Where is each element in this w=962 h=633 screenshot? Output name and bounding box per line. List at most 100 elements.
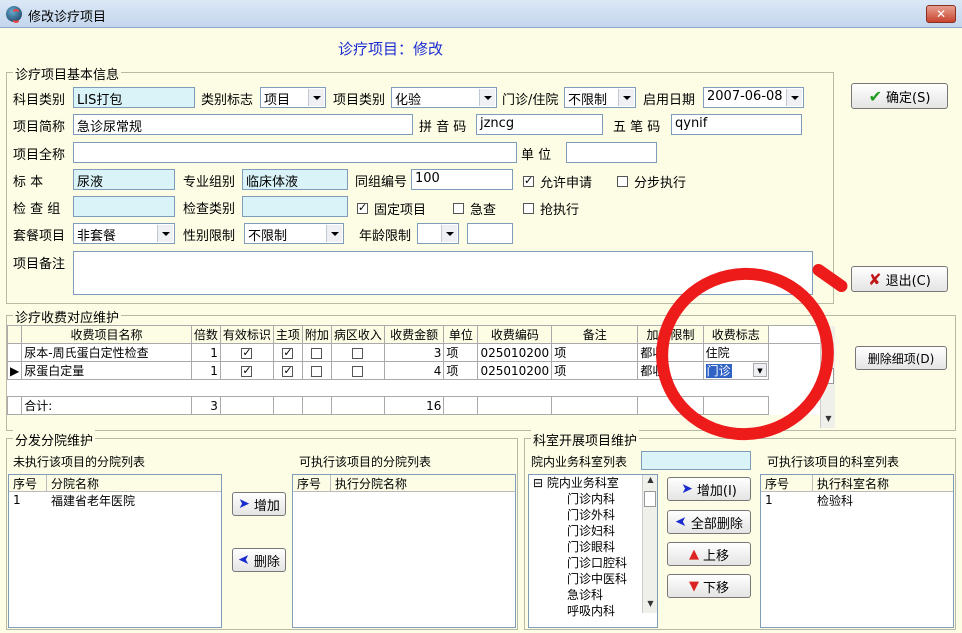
- ward-cell[interactable]: [330, 343, 385, 362]
- tree-item[interactable]: 门诊内科: [533, 491, 657, 507]
- short-name-field[interactable]: 急诊尿常规: [73, 114, 413, 135]
- start-date-picker[interactable]: 2007-06-08: [703, 87, 804, 108]
- tree-item[interactable]: 门诊外科: [533, 507, 657, 523]
- delete-branch-button[interactable]: ➤ 删除: [232, 548, 286, 572]
- fixed-item-checkbox[interactable]: 固定项目: [357, 199, 426, 218]
- checkbox-checked-icon: [241, 346, 253, 359]
- col-header: 单位: [443, 325, 479, 344]
- scroll-thumb[interactable]: [822, 368, 834, 384]
- table-row[interactable]: ▶ 尿蛋白定量 1 4 项 025010200 项 都收 门诊 ▼: [6, 361, 821, 380]
- urgent-label: 急查: [470, 203, 497, 218]
- category-flag-label: 类别标志: [201, 93, 254, 108]
- ward-cell[interactable]: [330, 361, 385, 380]
- valid-cell[interactable]: [219, 361, 274, 380]
- total-label: 合计:: [21, 396, 192, 415]
- clinic-inpatient-select[interactable]: 不限制: [564, 87, 636, 108]
- tree-item[interactable]: 门诊妇科: [533, 523, 657, 539]
- tree-root[interactable]: ⊟ 院内业务科室: [533, 475, 657, 491]
- branch-legend: 分发分院维护: [13, 430, 96, 449]
- remarks-field[interactable]: [73, 251, 813, 295]
- dialog-body: 诊疗项目：修改 诊疗项目基本信息 科目类别 LIS打包 类别标志 项目 项目类别…: [0, 28, 962, 633]
- full-name-field[interactable]: [73, 142, 517, 163]
- package-select[interactable]: 非套餐: [73, 223, 175, 244]
- age-limit-select[interactable]: [417, 223, 459, 244]
- exit-button[interactable]: ✘ 退出(C): [851, 266, 948, 292]
- unit-field[interactable]: [566, 142, 657, 163]
- add-branch-button[interactable]: ➤ 增加: [232, 492, 286, 516]
- tree-item[interactable]: 门诊眼科: [533, 539, 657, 555]
- check-type-label: 检查类别: [183, 202, 236, 217]
- check-group-field[interactable]: [73, 196, 175, 217]
- dept-tree[interactable]: ⊟ 院内业务科室 门诊内科 门诊外科 门诊妇科 门诊眼科 门诊口腔科 门诊中医科…: [528, 474, 658, 628]
- flag-cell[interactable]: 住院: [702, 343, 769, 362]
- list-item[interactable]: 1 检验科: [761, 492, 953, 508]
- tree-root-label: 院内业务科室: [546, 476, 619, 490]
- pinyin-label: 拼 音 码: [419, 120, 467, 135]
- unassigned-branch-list[interactable]: 序号 分院名称 1 福建省老年医院: [8, 474, 222, 628]
- scroll-down-icon[interactable]: ▼: [643, 599, 657, 613]
- group-number-field[interactable]: 100: [411, 169, 513, 190]
- rush-exec-checkbox[interactable]: 抢执行: [523, 199, 579, 218]
- chevron-down-icon: [157, 225, 173, 242]
- async-exec-checkbox[interactable]: 分步执行: [617, 172, 686, 191]
- remarks-label: 项目备注: [13, 257, 66, 272]
- scroll-up-icon[interactable]: ▲: [821, 326, 836, 340]
- wubi-field[interactable]: qynif: [671, 114, 802, 135]
- valid-cell[interactable]: [219, 343, 274, 362]
- scroll-down-icon[interactable]: ▼: [821, 414, 836, 428]
- assigned-dept-list[interactable]: 序号 执行科室名称 1 检验科: [760, 474, 954, 628]
- scroll-thumb[interactable]: [644, 491, 656, 507]
- age-value-field[interactable]: [467, 223, 513, 244]
- table-row[interactable]: 尿本-周氏蛋白定性检查 1 3 项 025010200 项 都收 住院: [6, 343, 821, 362]
- checkbox-unchecked-icon: [523, 203, 534, 214]
- full-name-label: 项目全称: [13, 148, 66, 163]
- chevron-down-icon: [479, 89, 495, 106]
- move-up-button[interactable]: ▲ 上移: [667, 542, 751, 566]
- list-header: 序号 执行科室名称: [761, 475, 953, 492]
- remark-cell: 项: [551, 343, 639, 362]
- list-header: 序号 分院名称: [9, 475, 221, 492]
- tree-item[interactable]: 门诊口腔科: [533, 555, 657, 571]
- close-button[interactable]: ✕: [926, 5, 956, 23]
- chevron-down-icon: [441, 225, 457, 242]
- move-down-button[interactable]: ▼ 下移: [667, 574, 751, 598]
- list-item[interactable]: 1 福建省老年医院: [9, 492, 221, 508]
- category-flag-select[interactable]: 项目: [260, 87, 326, 108]
- allow-apply-checkbox[interactable]: 允许申请: [523, 172, 592, 191]
- main-cell[interactable]: [272, 343, 303, 362]
- main-cell[interactable]: [272, 361, 303, 380]
- checkbox-checked-icon: [282, 364, 294, 377]
- branch-name: 福建省老年医院: [51, 493, 136, 508]
- fee-table-scrollbar[interactable]: ▲ ▼: [820, 326, 835, 428]
- tree-item[interactable]: 门诊中医科: [533, 571, 657, 587]
- confirm-button[interactable]: ✔ 确定(S): [851, 83, 948, 109]
- assigned-branch-list[interactable]: 序号 执行分院名称: [292, 474, 516, 628]
- dept-tree-body: ⊟ 院内业务科室 门诊内科 门诊外科 门诊妇科 门诊眼科 门诊口腔科 门诊中医科…: [529, 475, 657, 619]
- extra-cell[interactable]: [301, 343, 332, 362]
- check-type-field[interactable]: [242, 196, 348, 217]
- flag-cell-editor[interactable]: 门诊 ▼: [702, 361, 769, 380]
- scroll-up-icon[interactable]: ▲: [643, 475, 657, 489]
- pinyin-field[interactable]: jzncg: [476, 114, 603, 135]
- fee-name-cell: 尿本-周氏蛋白定性检查: [21, 343, 192, 362]
- delete-detail-button[interactable]: 删除细项(D): [855, 346, 947, 370]
- age-limit-label: 年龄限制: [359, 229, 412, 244]
- chevron-down-icon[interactable]: ▼: [752, 363, 767, 377]
- item-type-select[interactable]: 化验: [391, 87, 497, 108]
- delete-all-dept-button[interactable]: ➤ 全部删除: [667, 510, 751, 534]
- category-field[interactable]: LIS打包: [73, 87, 195, 108]
- tree-item[interactable]: 呼吸内科: [533, 603, 657, 619]
- specialty-group-field[interactable]: 临床体液: [242, 169, 348, 190]
- extra-cell[interactable]: [301, 361, 332, 380]
- gender-limit-select[interactable]: 不限制: [244, 223, 344, 244]
- unit-cell: 项: [443, 361, 479, 380]
- urgent-checkbox[interactable]: 急查: [453, 199, 496, 218]
- specimen-field[interactable]: 尿液: [73, 169, 175, 190]
- dept-tree-scrollbar[interactable]: ▲ ▼: [642, 475, 657, 613]
- dept-search-field[interactable]: [641, 451, 751, 470]
- add-dept-button[interactable]: ➤ 增加(I): [667, 477, 751, 501]
- collapse-icon[interactable]: ⊟: [533, 476, 547, 490]
- flag-selected-value: 门诊: [705, 364, 732, 378]
- exit-label: 退出(C): [885, 273, 931, 289]
- tree-item[interactable]: 急诊科: [533, 587, 657, 603]
